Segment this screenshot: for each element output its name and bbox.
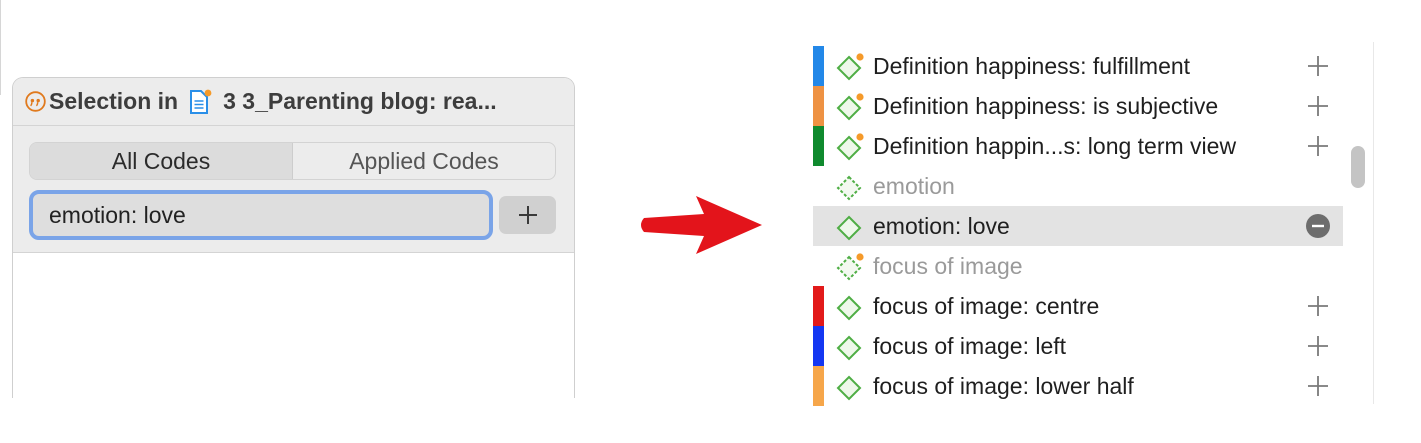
code-color-bar: [813, 86, 824, 126]
code-color-bar: [813, 286, 824, 326]
add-code-icon[interactable]: [1305, 133, 1331, 159]
window-edge: [0, 0, 1, 95]
code-list-item[interactable]: Definition happiness: is subjective: [813, 86, 1343, 126]
code-list-item[interactable]: focus of image: lower half: [813, 366, 1343, 406]
code-list-item[interactable]: focus of image: centre: [813, 286, 1343, 326]
code-diamond-icon: [836, 93, 864, 121]
code-color-bar: [813, 46, 824, 86]
selection-panel: Selection in 3 3_Parenting blog: rea... …: [12, 77, 575, 398]
code-list-item[interactable]: Definition happiness: fulfillment: [813, 46, 1343, 86]
code-search-input[interactable]: [33, 200, 489, 230]
code-label: focus of image: centre: [873, 292, 1100, 319]
code-search-field: [29, 190, 493, 240]
code-label: focus of image: [873, 252, 1023, 279]
code-color-bar: [813, 126, 824, 166]
code-color-bar: [813, 326, 824, 366]
code-diamond-icon: [836, 53, 864, 81]
code-label: Definition happiness: is subjective: [873, 92, 1219, 119]
document-icon: [188, 89, 212, 115]
code-label: Definition happin...s: long term view: [873, 132, 1237, 159]
tab-applied-codes[interactable]: Applied Codes: [293, 143, 555, 179]
add-code-icon[interactable]: [1305, 53, 1331, 79]
code-label: emotion: [873, 172, 955, 199]
right-arrow-icon: [641, 196, 762, 254]
code-diamond-icon: [836, 375, 862, 401]
add-code-icon[interactable]: [1305, 373, 1331, 399]
quote-icon: [25, 91, 46, 112]
panel-header-label: Selection in: [49, 88, 179, 114]
add-code-icon[interactable]: [1305, 293, 1331, 319]
scroll-thumb[interactable]: [1351, 146, 1365, 188]
code-label: Definition happiness: fulfillment: [873, 52, 1191, 79]
add-code-icon[interactable]: [1305, 333, 1331, 359]
code-list-item[interactable]: emotion: love: [813, 206, 1343, 246]
code-label: emotion: love: [873, 212, 1010, 239]
plus-icon: [518, 206, 537, 224]
remove-code-icon[interactable]: [1305, 213, 1331, 239]
document-title[interactable]: 3 3_Parenting blog: rea...: [223, 88, 497, 115]
code-label: focus of image: lower half: [873, 372, 1134, 399]
add-code-icon[interactable]: [1305, 93, 1331, 119]
code-diamond-icon: [836, 295, 862, 321]
code-list-item[interactable]: focus of image: [813, 246, 1343, 286]
code-list: Definition happiness: fulfillment Definit…: [813, 46, 1343, 406]
code-diamond-icon: [836, 253, 864, 281]
code-list-item[interactable]: Definition happin...s: long term view: [813, 126, 1343, 166]
add-code-button[interactable]: [499, 196, 556, 234]
code-diamond-icon: [836, 215, 862, 241]
panel-controls: All Codes Applied Codes: [13, 126, 574, 253]
code-diamond-icon: [836, 175, 862, 201]
code-diamond-icon: [836, 133, 864, 161]
code-list-item[interactable]: emotion: [813, 166, 1343, 206]
code-color-bar: [813, 366, 824, 406]
code-label: focus of image: left: [873, 332, 1067, 359]
panel-header: Selection in 3 3_Parenting blog: rea...: [13, 78, 574, 126]
codes-segmented-control: All Codes Applied Codes: [29, 142, 556, 180]
code-list-scrollbar[interactable]: [1346, 42, 1374, 404]
code-list-item[interactable]: focus of image: left: [813, 326, 1343, 366]
code-diamond-icon: [836, 335, 862, 361]
tab-all-codes[interactable]: All Codes: [30, 143, 293, 179]
